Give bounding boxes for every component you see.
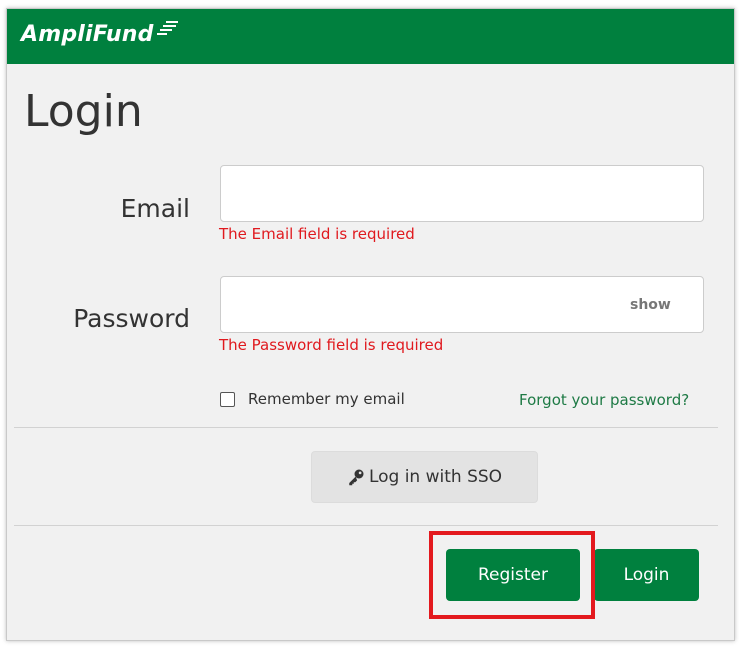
page-title: Login — [24, 86, 143, 137]
brand-logo: AmpliFund — [21, 22, 154, 47]
brand-mark-icon — [157, 21, 178, 35]
app-header: AmpliFund — [7, 9, 734, 64]
divider — [14, 525, 718, 526]
email-error-message: The Email field is required — [219, 225, 415, 243]
email-label: Email — [120, 194, 190, 223]
sso-button-label: Log in with SSO — [368, 467, 503, 487]
password-label: Password — [73, 304, 190, 333]
register-highlight-box — [429, 531, 595, 619]
email-input[interactable] — [220, 165, 704, 222]
sso-login-button[interactable]: Log in with SSO — [311, 451, 538, 503]
divider — [14, 427, 718, 428]
remember-email-label: Remember my email — [248, 390, 405, 408]
login-button[interactable]: Login — [594, 549, 699, 601]
forgot-password-link[interactable]: Forgot your password? — [519, 391, 689, 409]
remember-email-checkbox[interactable] — [220, 391, 235, 407]
key-icon — [349, 469, 364, 486]
remember-email-option[interactable]: Remember my email — [220, 390, 405, 408]
show-password-toggle[interactable]: show — [630, 297, 671, 313]
password-error-message: The Password field is required — [219, 336, 444, 354]
